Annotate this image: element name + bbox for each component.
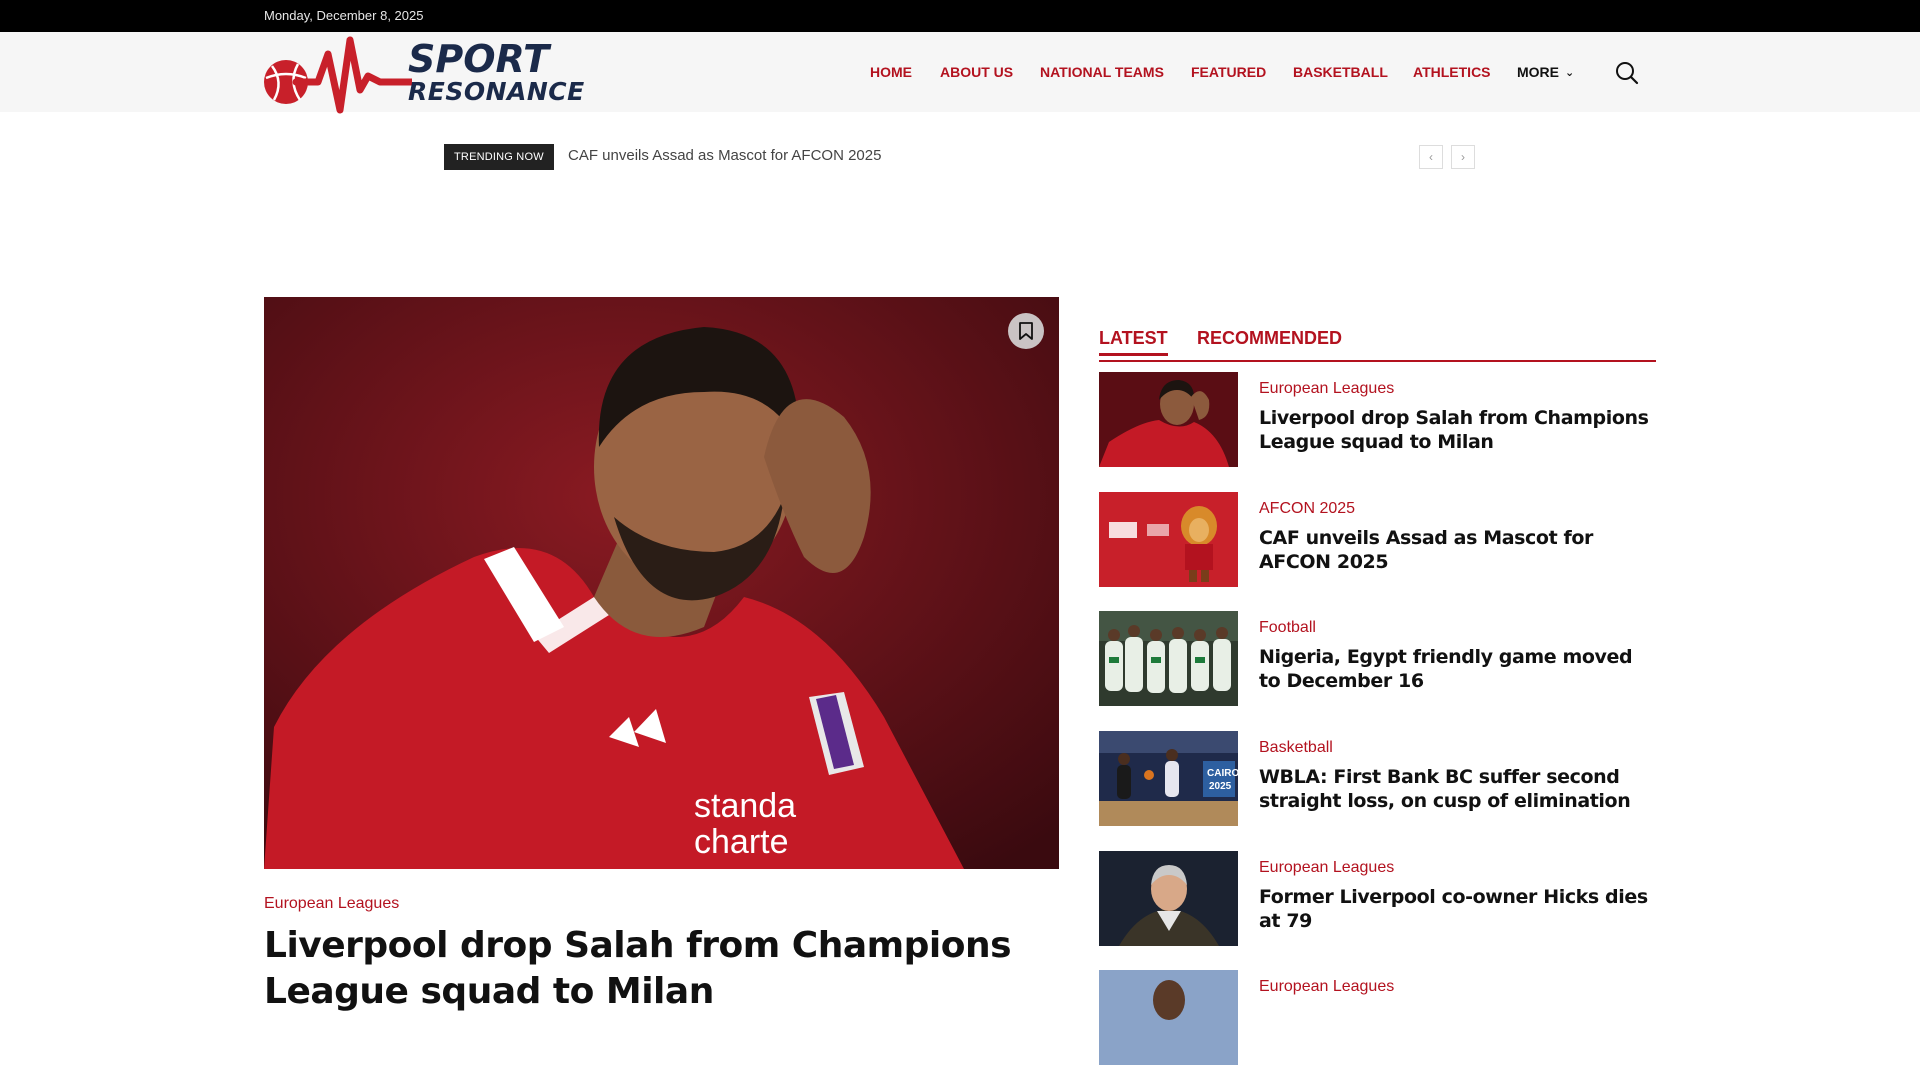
- post-title[interactable]: WBLA: First Bank BC suffer second straig…: [1259, 765, 1656, 813]
- hicks-thumb-image: [1099, 851, 1238, 946]
- list-item: European Leagues Former Liverpool co-own…: [1099, 851, 1656, 947]
- post-title[interactable]: Former Liverpool co-owner Hicks dies at …: [1259, 885, 1656, 933]
- nav-basketball[interactable]: BASKETBALL: [1293, 64, 1388, 80]
- bookmark-icon: [1019, 322, 1033, 340]
- list-item: Football Nigeria, Egypt friendly game mo…: [1099, 611, 1656, 707]
- chevron-down-icon: ⌄: [1565, 67, 1575, 79]
- post-category[interactable]: Football: [1259, 619, 1316, 637]
- post-title[interactable]: CAF unveils Assad as Mascot for AFCON 20…: [1259, 526, 1656, 574]
- trending-next-button[interactable]: ›: [1451, 145, 1475, 169]
- post-thumbnail[interactable]: [1099, 492, 1238, 587]
- post-thumbnail[interactable]: [1099, 611, 1238, 706]
- search-icon: [1616, 62, 1639, 85]
- chevron-right-icon: ›: [1461, 150, 1465, 164]
- mascot-thumb-image: [1099, 492, 1238, 587]
- post-thumbnail[interactable]: [1099, 851, 1238, 946]
- nav-featured[interactable]: FEATURED: [1191, 64, 1266, 80]
- player-thumb-image: [1099, 970, 1238, 1065]
- team-huddle-thumb-image: [1099, 611, 1238, 706]
- hero-image[interactable]: standa charte: [264, 297, 1059, 869]
- svg-text:2025: 2025: [1209, 781, 1232, 792]
- list-item: European Leagues Liverpool drop Salah fr…: [1099, 372, 1656, 468]
- post-category[interactable]: European Leagues: [1259, 859, 1394, 877]
- post-thumbnail[interactable]: [1099, 970, 1238, 1065]
- player-photo: standa charte: [264, 297, 1059, 869]
- nav-more-label: MORE: [1517, 64, 1559, 80]
- top-bar: Monday, December 8, 2025: [0, 0, 1920, 32]
- nav-more[interactable]: MORE ⌄: [1517, 64, 1574, 80]
- post-title[interactable]: Nigeria, Egypt friendly game moved to De…: [1259, 645, 1656, 693]
- post-category[interactable]: European Leagues: [1259, 380, 1394, 398]
- basketball-game-thumb-image: CAIRO 2025: [1099, 731, 1238, 826]
- post-thumbnail[interactable]: CAIRO 2025: [1099, 731, 1238, 826]
- trending-prev-button[interactable]: ‹: [1419, 145, 1443, 169]
- post-category[interactable]: Basketball: [1259, 739, 1333, 757]
- chevron-left-icon: ‹: [1429, 150, 1433, 164]
- svg-text:standa: standa: [694, 787, 796, 825]
- hero-category[interactable]: European Leagues: [264, 895, 399, 913]
- list-item: CAIRO 2025 Basketball WBLA: First Bank B…: [1099, 731, 1656, 827]
- svg-text:CAIRO: CAIRO: [1207, 768, 1238, 779]
- trending-headline[interactable]: CAF unveils Assad as Mascot for AFCON 20…: [568, 147, 881, 164]
- sidebar-tabs: LATEST RECOMMENDED: [1099, 328, 1656, 362]
- post-category[interactable]: European Leagues: [1259, 978, 1394, 996]
- list-item: AFCON 2025 CAF unveils Assad as Mascot f…: [1099, 492, 1656, 588]
- hero-title[interactable]: Liverpool drop Salah from Champions Leag…: [264, 923, 1059, 1015]
- nav-athletics[interactable]: ATHLETICS: [1413, 64, 1491, 80]
- tab-recommended[interactable]: RECOMMENDED: [1197, 328, 1342, 349]
- nav-about-us[interactable]: ABOUT US: [940, 64, 1013, 80]
- nav-home[interactable]: HOME: [870, 64, 912, 80]
- trending-now-label: TRENDING NOW: [444, 144, 554, 170]
- salah-thumb-image: [1099, 372, 1238, 467]
- tab-latest[interactable]: LATEST: [1099, 328, 1168, 356]
- post-thumbnail[interactable]: [1099, 372, 1238, 467]
- search-button[interactable]: [1614, 60, 1640, 86]
- post-title[interactable]: Liverpool drop Salah from Champions Leag…: [1259, 406, 1656, 454]
- current-date: Monday, December 8, 2025: [264, 8, 424, 23]
- list-item: European Leagues: [1099, 970, 1656, 1066]
- bookmark-button[interactable]: [1008, 313, 1044, 349]
- post-category[interactable]: AFCON 2025: [1259, 500, 1355, 518]
- nav-national-teams[interactable]: NATIONAL TEAMS: [1040, 64, 1164, 80]
- svg-text:charte: charte: [694, 823, 789, 861]
